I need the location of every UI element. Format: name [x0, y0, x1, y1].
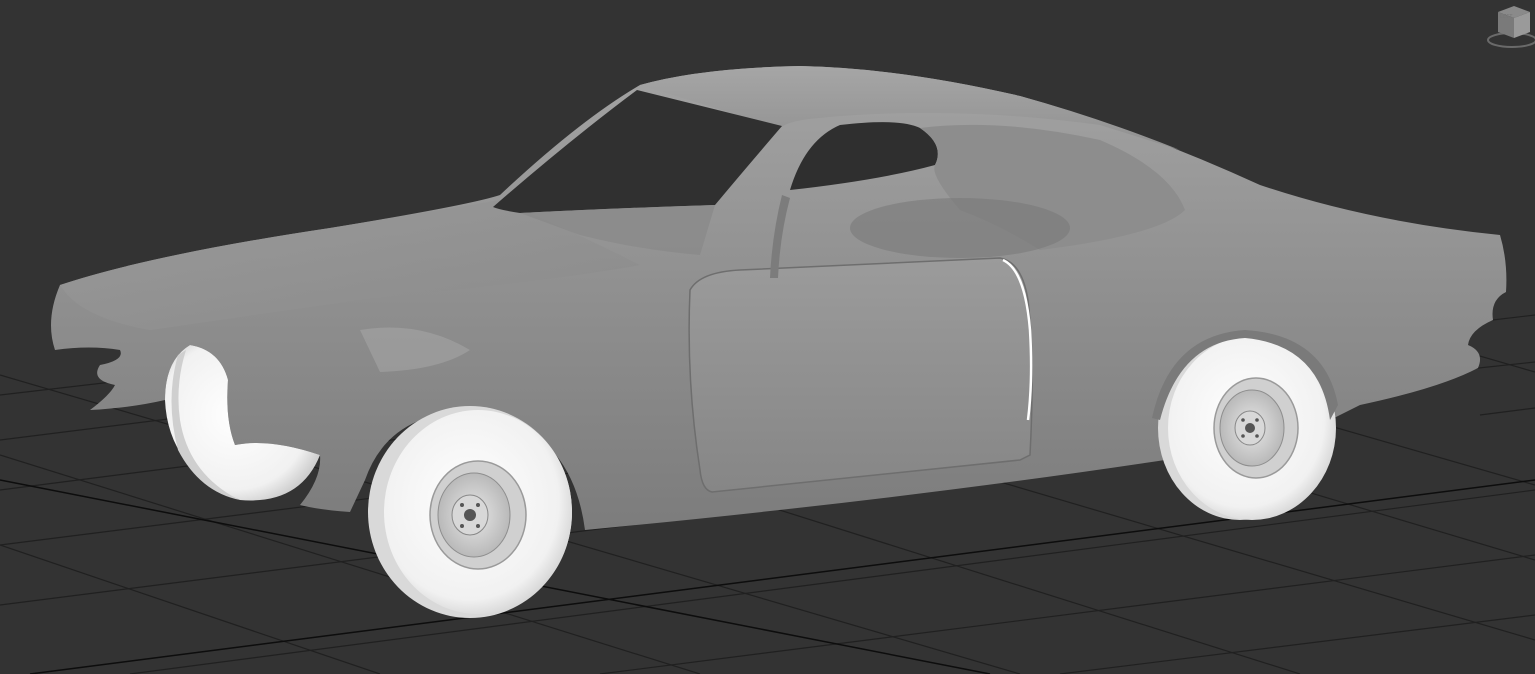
car-body-model[interactable] — [51, 66, 1507, 618]
interior-shadow — [850, 198, 1070, 258]
viewport-scene[interactable] — [0, 0, 1535, 674]
door-panel — [688, 257, 1033, 493]
front-right-wheel — [368, 406, 572, 618]
3d-viewport[interactable]: LEFT — [0, 0, 1535, 674]
viewcube-icon[interactable] — [1478, 2, 1535, 52]
